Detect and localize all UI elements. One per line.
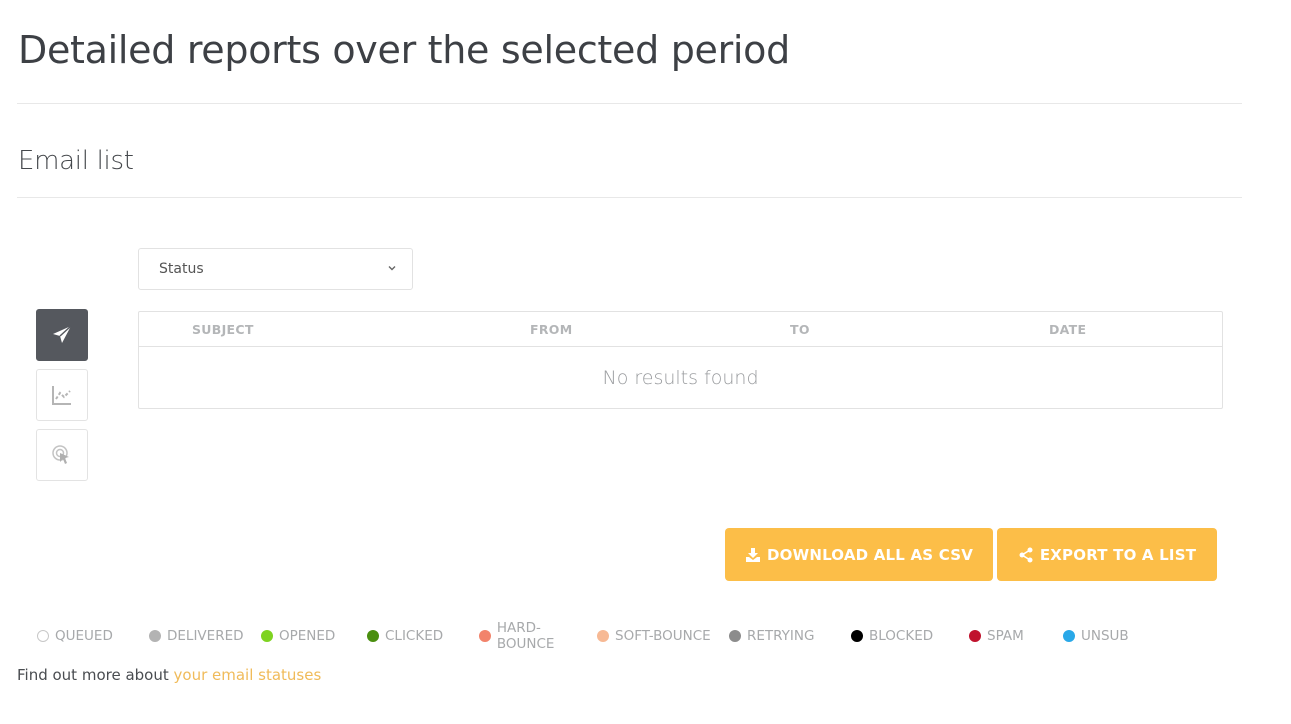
column-header-date[interactable]: DATE bbox=[1049, 322, 1086, 337]
legend-label: QUEUED bbox=[55, 628, 113, 644]
status-legend: QUEUED DELIVERED OPENED CLICKED HARD-BOUNCE S… bbox=[37, 620, 1143, 652]
column-header-subject[interactable]: SUBJECT bbox=[192, 322, 254, 337]
tab-stats[interactable] bbox=[36, 369, 88, 421]
legend-item-soft-bounce: SOFT-BOUNCE bbox=[597, 620, 729, 652]
email-list-table: SUBJECT FROM TO DATE No results found bbox=[138, 311, 1223, 409]
export-to-list-button[interactable]: EXPORT TO A LIST bbox=[997, 528, 1217, 581]
legend-item-blocked: BLOCKED bbox=[851, 620, 969, 652]
column-header-from[interactable]: FROM bbox=[530, 322, 572, 337]
status-help-text: Find out more about bbox=[17, 666, 174, 684]
download-csv-button[interactable]: DOWNLOAD ALL AS CSV bbox=[725, 528, 993, 581]
legend-item-clicked: CLICKED bbox=[367, 620, 479, 652]
legend-label: HARD-BOUNCE bbox=[496, 620, 555, 652]
share-icon bbox=[1019, 547, 1033, 562]
section-title: Email list bbox=[18, 146, 134, 176]
status-dot-icon bbox=[367, 630, 379, 642]
legend-label: DELIVERED bbox=[167, 628, 244, 644]
empty-state-message: No results found bbox=[602, 367, 759, 389]
status-dot-icon bbox=[969, 630, 981, 642]
legend-label: SOFT-BOUNCE bbox=[615, 628, 711, 644]
table-header: SUBJECT FROM TO DATE bbox=[139, 312, 1222, 347]
download-icon bbox=[745, 547, 760, 562]
legend-item-unsub: UNSUB bbox=[1063, 620, 1143, 652]
status-dot-icon bbox=[479, 630, 491, 642]
legend-item-opened: OPENED bbox=[261, 620, 367, 652]
chart-line-icon bbox=[52, 386, 71, 405]
download-csv-label: DOWNLOAD ALL AS CSV bbox=[766, 545, 974, 564]
legend-item-spam: SPAM bbox=[969, 620, 1063, 652]
report-type-tabs bbox=[36, 309, 88, 489]
export-to-list-label: EXPORT TO A LIST bbox=[1039, 545, 1197, 564]
legend-label: SPAM bbox=[987, 628, 1024, 644]
legend-label: OPENED bbox=[279, 628, 336, 644]
click-pointer-icon bbox=[52, 445, 69, 464]
status-dot-icon bbox=[261, 630, 273, 642]
status-dot-icon bbox=[149, 630, 161, 642]
legend-label: RETRYING bbox=[747, 628, 815, 644]
status-dot-icon bbox=[37, 630, 49, 642]
status-dot-icon bbox=[729, 630, 741, 642]
paper-plane-icon bbox=[53, 325, 72, 343]
status-help-note: Find out more about your email statuses bbox=[17, 666, 321, 684]
page-title: Detailed reports over the selected perio… bbox=[18, 28, 790, 72]
title-divider bbox=[17, 103, 1242, 104]
status-dot-icon bbox=[851, 630, 863, 642]
column-header-to[interactable]: TO bbox=[790, 322, 810, 337]
legend-item-hard-bounce: HARD-BOUNCE bbox=[479, 620, 597, 652]
legend-label: BLOCKED bbox=[869, 628, 934, 644]
chevron-down-icon bbox=[388, 266, 396, 271]
status-dot-icon bbox=[597, 630, 609, 642]
legend-item-delivered: DELIVERED bbox=[149, 620, 261, 652]
section-divider bbox=[17, 197, 1242, 198]
legend-label: UNSUB bbox=[1081, 628, 1129, 644]
tab-clicks[interactable] bbox=[36, 429, 88, 481]
status-select-value: Status bbox=[159, 261, 204, 277]
tab-sent[interactable] bbox=[36, 309, 88, 361]
legend-label: CLICKED bbox=[385, 628, 444, 644]
status-dot-icon bbox=[1063, 630, 1075, 642]
legend-item-retrying: RETRYING bbox=[729, 620, 851, 652]
status-filter-select[interactable]: Status bbox=[138, 248, 413, 290]
legend-item-queued: QUEUED bbox=[37, 620, 149, 652]
email-statuses-link[interactable]: your email statuses bbox=[174, 666, 322, 684]
